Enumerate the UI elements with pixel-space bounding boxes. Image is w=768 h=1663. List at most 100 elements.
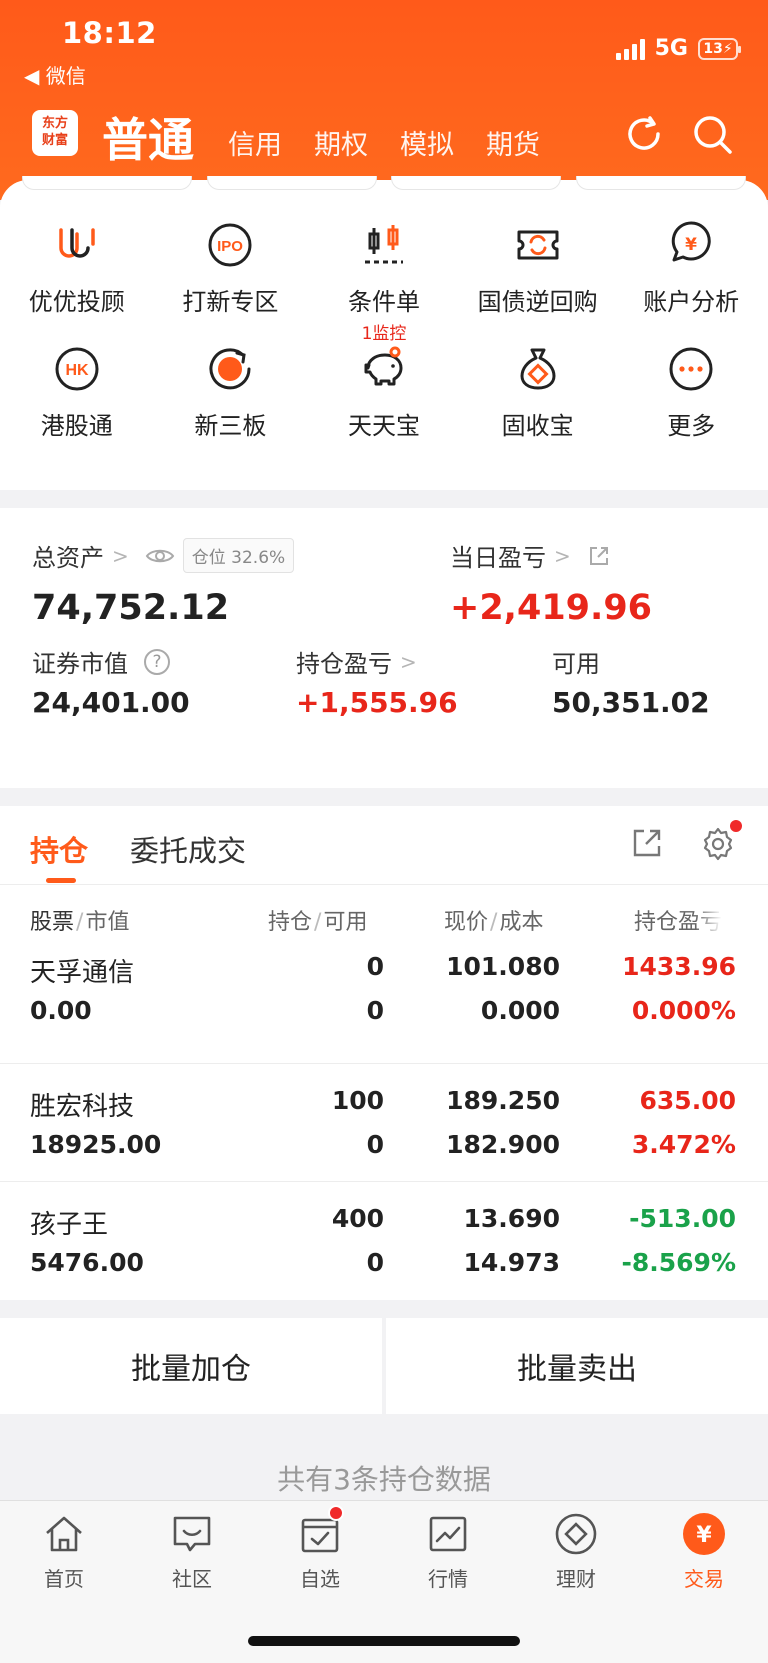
position-ratio-badge: 仓位 32.6% [182, 538, 295, 573]
wealth-icon [555, 1513, 597, 1555]
community-icon [173, 1516, 211, 1552]
stock-name: 孩子王 [30, 1210, 109, 1240]
column-header-qty: 持仓/可用 [268, 910, 368, 935]
tab-label: 交易 [684, 1567, 724, 1591]
tab-trade[interactable]: ¥ 交易 [640, 1511, 768, 1592]
menu-neeq[interactable]: 新三板 [154, 344, 308, 462]
menu-account-analysis[interactable]: ¥ 账户分析 [614, 220, 768, 338]
divider [0, 884, 768, 885]
tab-label: 理财 [556, 1567, 596, 1591]
available-text: 可用 [552, 650, 600, 678]
back-to-wechat[interactable]: ◀ 微信 [24, 60, 86, 89]
share-out-icon[interactable] [630, 826, 664, 860]
piggy-bank-icon [364, 346, 403, 386]
tab-label: 自选 [300, 1567, 340, 1591]
watchlist-notice-dot [328, 1505, 344, 1521]
menu-bond-repo[interactable]: 国债逆回购 [461, 220, 615, 338]
tab-normal[interactable]: 普通 [102, 104, 194, 170]
home-indicator [248, 1636, 520, 1646]
tab-home[interactable]: 首页 [0, 1511, 128, 1592]
network-type: 5G [654, 36, 688, 61]
menu-hk-connect[interactable]: HK 港股通 [0, 344, 154, 462]
share-out-icon[interactable] [587, 544, 611, 568]
tab-orders-trades[interactable]: 委托成交 [130, 828, 246, 870]
hk-icon: HK [55, 347, 99, 391]
daily-pl-value: +2,419.96 [450, 588, 653, 628]
total-assets-label[interactable]: 总资产 > 仓位 32.6% [32, 538, 295, 573]
menu-condition-order[interactable]: 条件单 1监控 [307, 220, 461, 344]
tab-label: 行情 [428, 1567, 468, 1591]
cost-price: 0.000 [480, 996, 560, 1025]
holding-pl: 635.00 [639, 1086, 736, 1115]
condition-order-icon [364, 225, 403, 264]
holding-pl: -513.00 [629, 1204, 736, 1233]
svg-text:¥: ¥ [696, 1523, 712, 1548]
available-label: 可用 [552, 644, 600, 679]
logo-line1: 东方 [41, 116, 68, 131]
app-logo: 东方 财富 [32, 110, 78, 156]
battery-icon: 13 ⚡ [698, 37, 741, 60]
table-row[interactable]: 胜宏科技 18925.00 100 0 189.250 182.900 635.… [0, 1064, 768, 1182]
tab-market[interactable]: 行情 [384, 1511, 512, 1592]
bulk-sell-button[interactable]: 批量卖出 [386, 1318, 768, 1414]
signal-icon [615, 38, 645, 60]
settings-gear-icon[interactable] [700, 826, 736, 862]
daily-pl-label[interactable]: 当日盈亏 > [450, 538, 611, 573]
col-available: 可用 [323, 910, 368, 935]
status-time: 18:12 [62, 16, 157, 50]
menu-label: 条件单 [347, 288, 420, 316]
tab-community[interactable]: 社区 [128, 1511, 256, 1592]
menu-label: 优优投顾 [28, 288, 125, 316]
current-price: 189.250 [446, 1086, 560, 1115]
assets-summary: 总资产 > 仓位 32.6% 74,752.12 当日盈亏 > +2,419.9… [0, 508, 768, 788]
table-row[interactable]: 孩子王 5476.00 400 0 13.690 14.973 -513.00 … [0, 1182, 768, 1300]
tab-wealth[interactable]: 理财 [512, 1511, 640, 1592]
menu-label: 更多 [667, 412, 716, 440]
ipo-icon: IPO [208, 223, 252, 267]
holding-pl-label[interactable]: 持仓盈亏 > [296, 644, 417, 679]
tab-label: 首页 [44, 1567, 84, 1591]
eye-icon[interactable] [145, 546, 175, 566]
refresh-icon[interactable] [622, 112, 666, 156]
menu-label: 港股通 [40, 412, 113, 440]
col-market-value: 市值 [85, 910, 130, 935]
tab-simulation[interactable]: 模拟 [400, 123, 454, 170]
market-icon [429, 1516, 467, 1552]
more-icon [669, 347, 713, 391]
money-bag-icon [520, 348, 556, 390]
search-icon[interactable] [690, 112, 734, 156]
battery-level: 13 [703, 40, 723, 57]
menu-uu-advisor[interactable]: 优优投顾 [0, 220, 154, 338]
help-icon[interactable]: ? [144, 648, 170, 675]
col-cost: 成本 [499, 910, 544, 935]
tab-options[interactable]: 期权 [314, 123, 368, 170]
menu-label: 打新专区 [182, 288, 279, 316]
holding-pl-pct: -8.569% [621, 1248, 736, 1277]
menu-ipo[interactable]: IPO 打新专区 [154, 220, 308, 338]
chevron-right-icon: > [400, 649, 417, 674]
tab-watchlist[interactable]: 自选 [256, 1505, 384, 1592]
holding-pl: 1433.96 [622, 952, 736, 981]
column-header-stock: 股票/市值 [30, 910, 130, 935]
chevron-right-icon: > [554, 543, 571, 568]
account-analysis-icon: ¥ [671, 221, 711, 262]
stock-market-value: 18925.00 [30, 1130, 162, 1159]
uu-advisor-icon [59, 228, 95, 258]
tab-positions[interactable]: 持仓 [30, 828, 88, 870]
menu-tiantianbao[interactable]: 天天宝 [307, 344, 461, 462]
holdings-panel: 持仓 委托成交 股票/市值 持仓/可用 现价/成本 持仓盈亏 天孚通信 0.00… [0, 806, 768, 1300]
bulk-add-button[interactable]: 批量加仓 [0, 1318, 382, 1414]
menu-gushoubao[interactable]: 固收宝 [461, 344, 615, 462]
holding-pl-pct: 0.000% [631, 996, 736, 1025]
menu-label: 新三板 [194, 412, 267, 440]
column-header-pl[interactable]: 持仓盈亏 [634, 904, 722, 936]
available-qty: 0 [366, 1130, 384, 1159]
tab-futures[interactable]: 期货 [486, 123, 540, 170]
menu-more[interactable]: 更多 [614, 344, 768, 462]
status-indicators: 5G 13 ⚡ [615, 36, 741, 61]
table-row[interactable]: 天孚通信 0.00 0 0 101.080 0.000 1433.96 0.00… [0, 946, 768, 1064]
stock-market-value: 5476.00 [30, 1248, 144, 1277]
tab-credit[interactable]: 信用 [228, 123, 282, 170]
market-value: 24,401.00 [32, 686, 190, 719]
quick-menu-card: 优优投顾 IPO 打新专区 条件单 1监控 国债逆回购 ¥ 账户分析 HK 港股… [0, 176, 768, 490]
